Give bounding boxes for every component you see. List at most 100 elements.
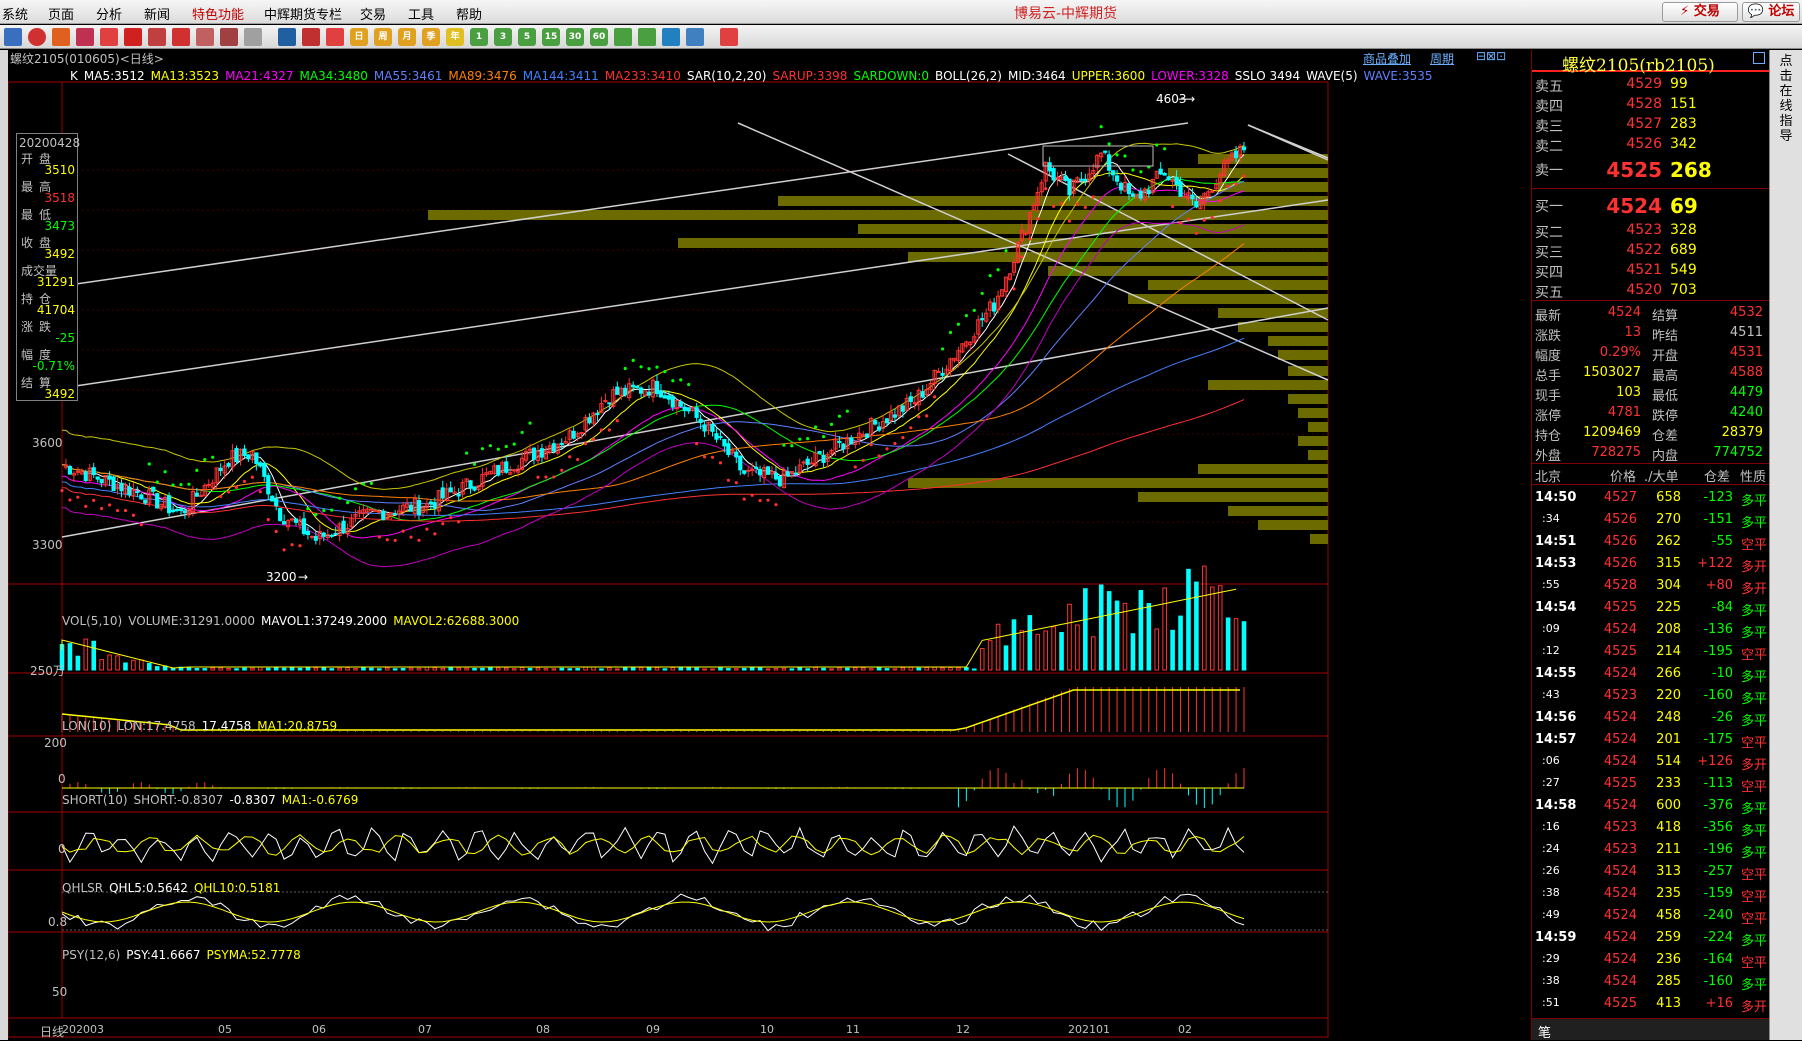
- back-icon[interactable]: [28, 28, 46, 46]
- maximize-icon[interactable]: [1753, 52, 1765, 64]
- kline-icon[interactable]: [302, 28, 320, 46]
- brush-icon[interactable]: [220, 28, 238, 46]
- tick-oi-change: -55: [1711, 534, 1733, 549]
- volume-bar: [940, 667, 945, 671]
- sar-dot: [1155, 143, 1159, 147]
- candle-body: [738, 455, 743, 471]
- layout-icon[interactable]: [148, 28, 166, 46]
- ask-row[interactable]: 卖五 4529 99: [1532, 74, 1769, 95]
- period-3min-button[interactable]: 3: [494, 28, 512, 46]
- menu-item-tools[interactable]: 工具: [408, 4, 434, 23]
- candle-body: [242, 448, 247, 457]
- menu-item-system[interactable]: 系统: [2, 4, 28, 23]
- sar-dot: [1234, 182, 1238, 186]
- menu-item-news[interactable]: 新闻: [144, 4, 170, 23]
- overlay-link[interactable]: 商品叠加: [1363, 50, 1411, 67]
- period-custom-icon[interactable]: [614, 28, 632, 46]
- ask-row[interactable]: 卖一 4525 268: [1532, 158, 1769, 182]
- ask-volume: 283: [1670, 116, 1697, 132]
- menu-item-trade[interactable]: 交易: [360, 4, 386, 23]
- tick-header-cell: ./大单: [1644, 470, 1679, 485]
- candle-body: [309, 535, 314, 538]
- volume-profile-bar: [1258, 520, 1328, 530]
- volume-bar: [837, 667, 842, 671]
- week-period-button[interactable]: 周: [374, 28, 392, 46]
- main-indicator-item: MID:3464: [1007, 69, 1066, 83]
- candle-body: [809, 462, 814, 465]
- window-controls-icon[interactable]: ⊟⊠⊡: [1476, 49, 1506, 63]
- home-icon[interactable]: [4, 28, 22, 46]
- forum-button[interactable]: 💬 论坛: [1742, 2, 1800, 22]
- bid-row[interactable]: 买一 4524 69: [1532, 194, 1769, 218]
- refresh-icon[interactable]: [52, 28, 70, 46]
- bid-row[interactable]: 买三 4522 689: [1532, 240, 1769, 261]
- ask-row[interactable]: 卖四 4528 151: [1532, 94, 1769, 115]
- menu-item-features[interactable]: 特色功能: [192, 4, 244, 23]
- bid-volume: 689: [1670, 242, 1697, 258]
- menu-item-analysis[interactable]: 分析: [96, 4, 122, 23]
- tick-tab[interactable]: 笔: [1538, 1022, 1551, 1041]
- ask-row[interactable]: 卖三 4527 283: [1532, 114, 1769, 135]
- zoom-in-icon[interactable]: [100, 28, 118, 46]
- side-tab-online[interactable]: 在线: [1774, 84, 1798, 114]
- bid-row[interactable]: 买五 4520 703: [1532, 280, 1769, 301]
- stats-row: 涨停 4781 跌停 4240: [1532, 403, 1769, 424]
- calendar-icon[interactable]: [720, 28, 738, 46]
- tick-time: :12: [1542, 644, 1560, 657]
- period-5min-button[interactable]: 5: [518, 28, 536, 46]
- ask-price: 4529: [1626, 76, 1662, 92]
- draw-line-icon[interactable]: [196, 28, 214, 46]
- pen-icon[interactable]: [172, 28, 190, 46]
- bid-row[interactable]: 买二 4523 328: [1532, 220, 1769, 241]
- tick-time: 14:56: [1535, 710, 1577, 725]
- bid-row[interactable]: 买四 4521 549: [1532, 260, 1769, 281]
- settings-icon[interactable]: [244, 28, 262, 46]
- zoom-out-icon[interactable]: [124, 28, 142, 46]
- candle-body: [119, 482, 124, 492]
- period-1min-button[interactable]: 1: [470, 28, 488, 46]
- stats-value: 28379: [1721, 425, 1763, 440]
- menu-item-zhonghui-column[interactable]: 中辉期货专栏: [264, 4, 342, 23]
- tick-nature: 多平: [1740, 934, 1767, 949]
- side-tab-guide[interactable]: 指导: [1774, 114, 1798, 144]
- ask-row[interactable]: 卖二 4526 342: [1532, 134, 1769, 155]
- search-icon[interactable]: [76, 28, 94, 46]
- candle-body: [194, 492, 199, 497]
- sar-dot: [496, 447, 500, 451]
- sar-dot: [1218, 199, 1222, 203]
- candle-body: [639, 387, 644, 394]
- stats-label: 总手: [1535, 369, 1562, 384]
- year-period-button[interactable]: 年: [446, 28, 464, 46]
- stats-label: 内盘: [1652, 449, 1679, 464]
- period-link[interactable]: 周期: [1430, 50, 1454, 67]
- sar-dot: [568, 455, 572, 459]
- tick-price: 4525: [1603, 776, 1637, 791]
- window-icon[interactable]: [686, 28, 704, 46]
- main-indicator-item: MA55:3461: [373, 69, 443, 83]
- volume-bar: [281, 667, 287, 671]
- volume-bar: [226, 668, 231, 671]
- period-30min-button[interactable]: 30: [566, 28, 584, 46]
- tick-icon[interactable]: [326, 28, 344, 46]
- period-60min-button[interactable]: 60: [590, 28, 608, 46]
- chart-type-icon[interactable]: [662, 28, 680, 46]
- quarter-period-button[interactable]: 季: [422, 28, 440, 46]
- volume-bar: [1138, 589, 1144, 671]
- sar-dot: [607, 428, 611, 432]
- menu-item-help[interactable]: 帮助: [456, 4, 482, 23]
- candle-body: [381, 510, 386, 521]
- sar-dot: [1242, 174, 1246, 178]
- volume-bar: [1098, 584, 1104, 671]
- month-period-button[interactable]: 月: [398, 28, 416, 46]
- tick-time: :38: [1542, 974, 1560, 987]
- table-icon[interactable]: [278, 28, 296, 46]
- trade-button[interactable]: ⚡ 交易: [1662, 2, 1738, 22]
- volume-bar: [979, 648, 985, 671]
- period-multi-icon[interactable]: [638, 28, 656, 46]
- volume-bar: [329, 668, 335, 671]
- sar-dot: [774, 503, 778, 507]
- period-15min-button[interactable]: 15: [542, 28, 560, 46]
- side-tab-click[interactable]: 点击: [1774, 54, 1798, 84]
- menu-item-page[interactable]: 页面: [48, 4, 74, 23]
- day-period-button[interactable]: 日: [350, 28, 368, 46]
